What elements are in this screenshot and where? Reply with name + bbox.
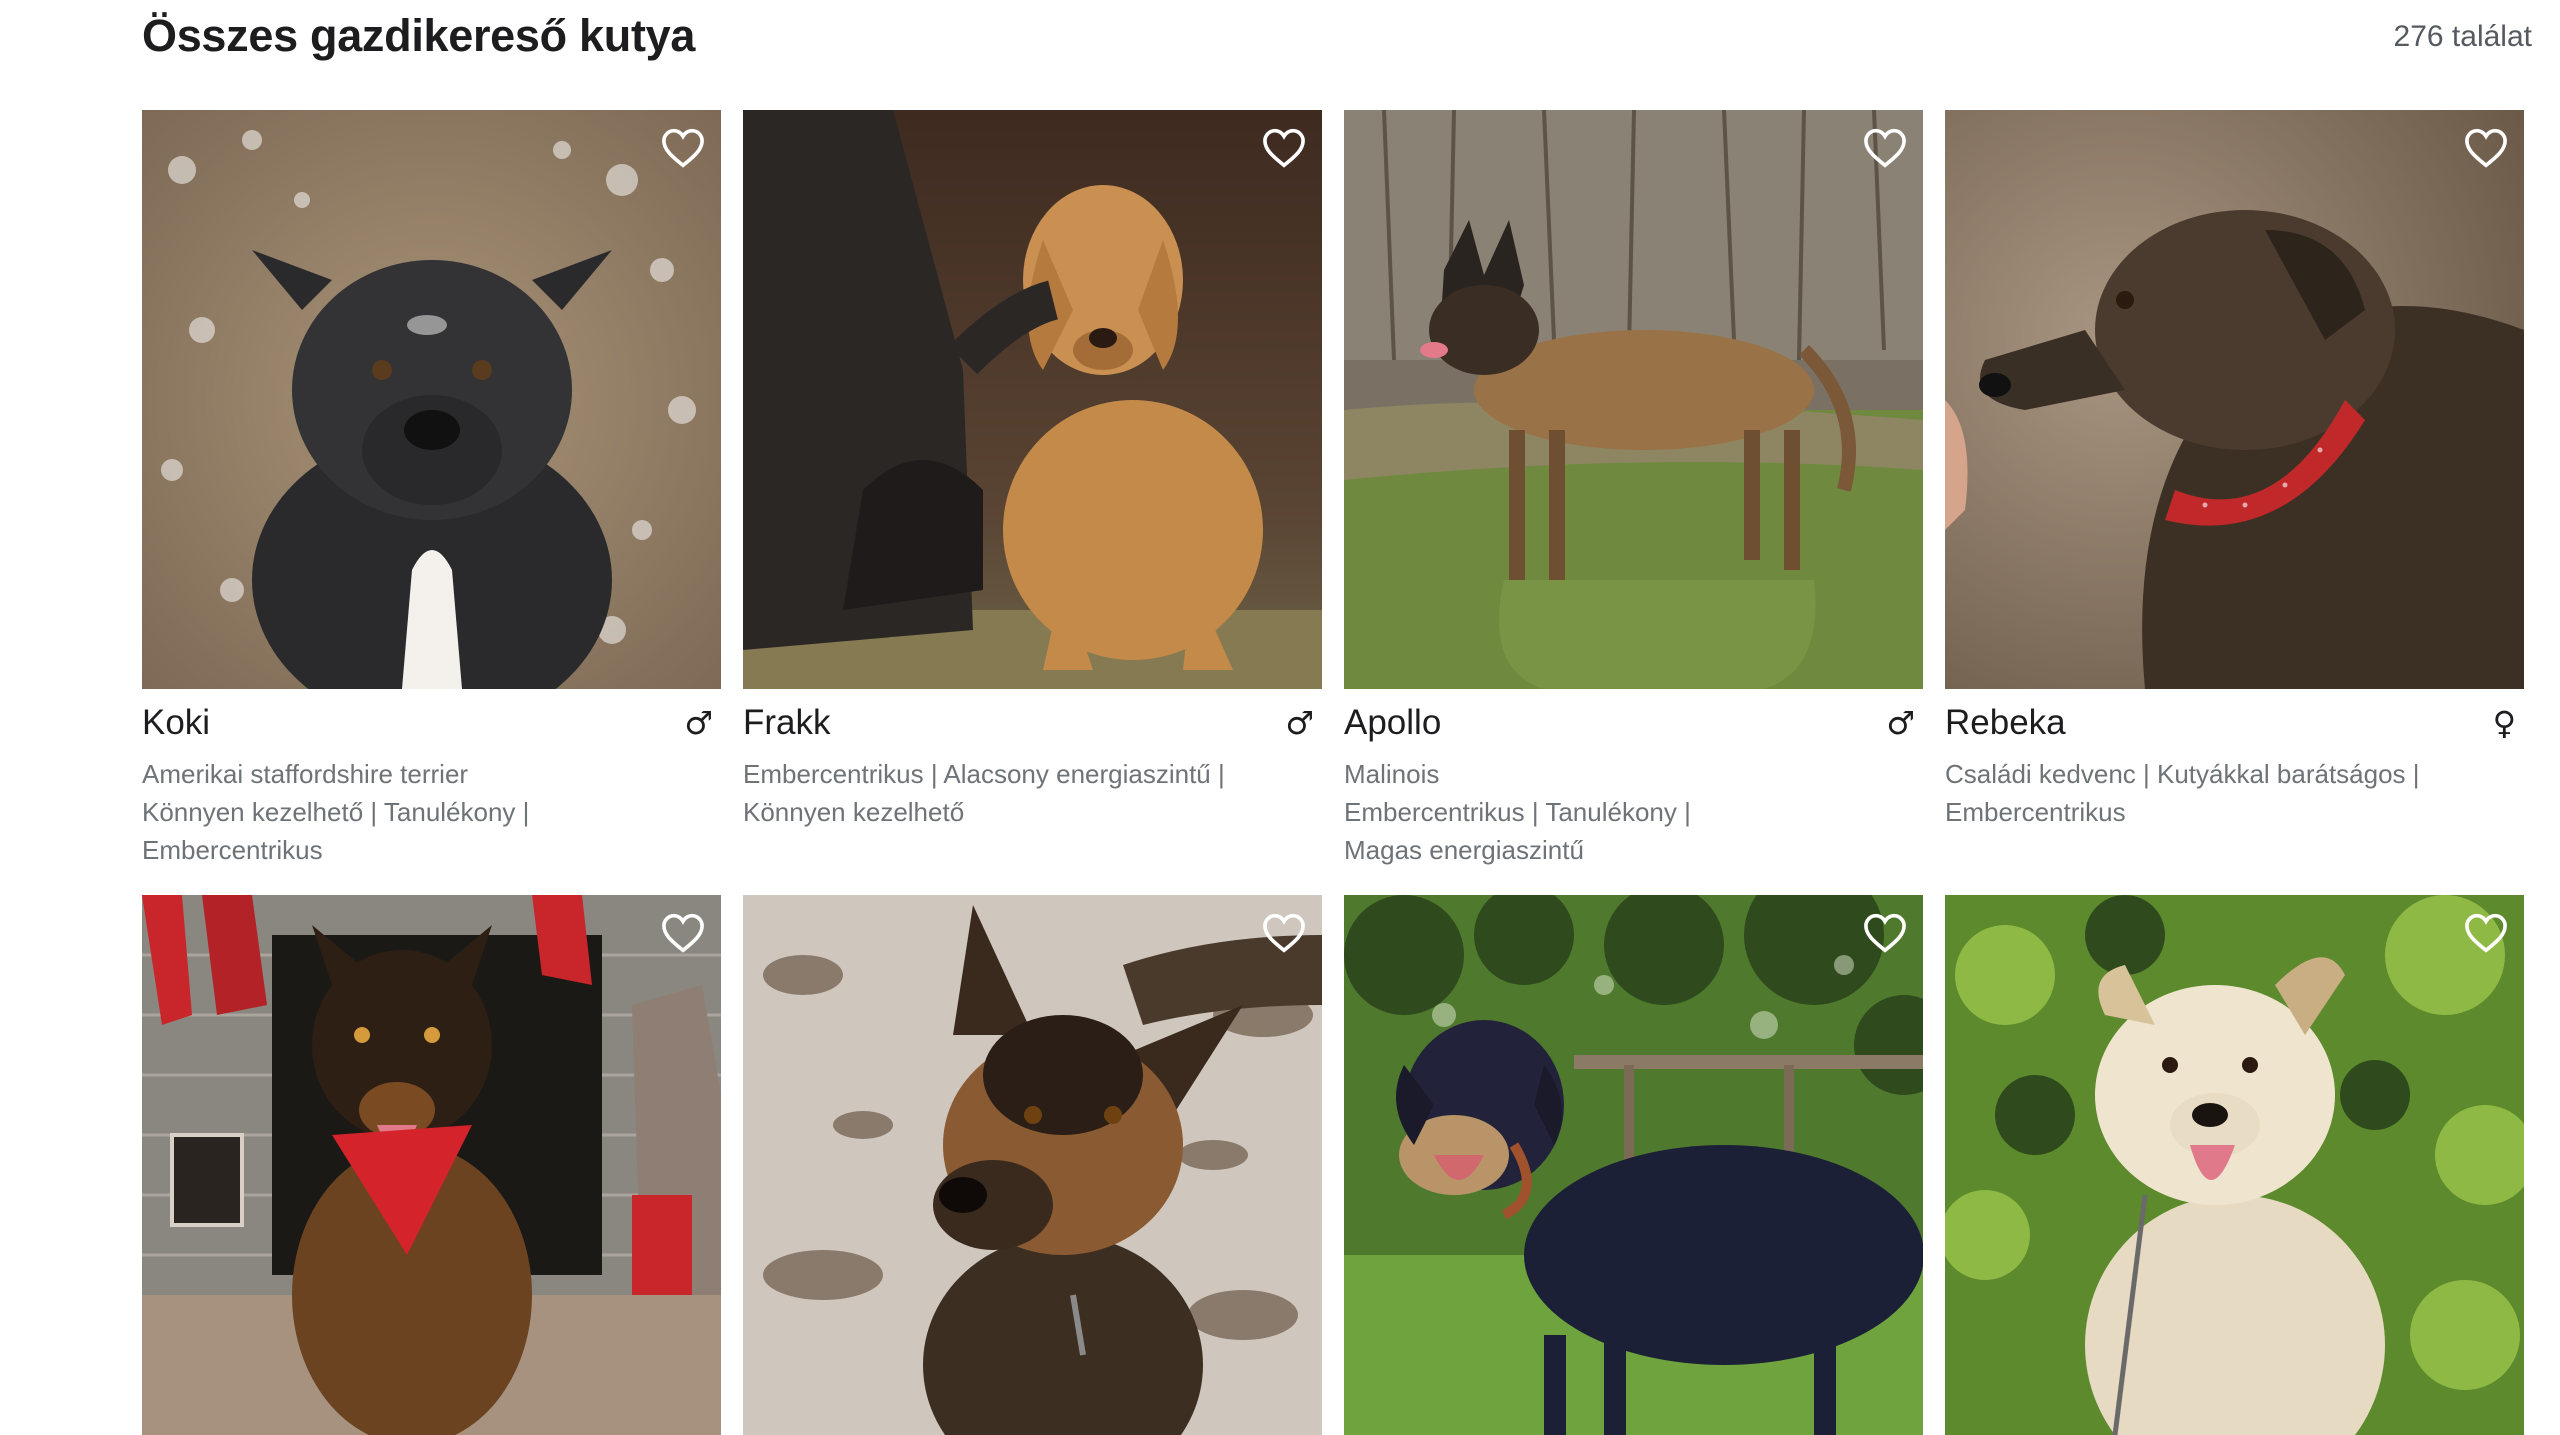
favorite-heart-icon[interactable] [2462,124,2510,172]
dog-traits: Családi kedvenc | Kutyákkal barátságos |… [1945,759,2420,827]
dog-name[interactable]: Rebeka [1945,700,2066,746]
favorite-heart-icon[interactable] [659,909,707,957]
dog-card[interactable] [1344,895,1923,1435]
dog-card[interactable] [1945,895,2524,1435]
dog-photo[interactable] [1344,110,1923,689]
dog-name[interactable]: Apollo [1344,700,1441,746]
result-count: 276 találat [2393,20,2532,53]
female-icon: ♀ [2492,704,2516,742]
dog-photo[interactable] [743,110,1322,689]
dog-traits: Amerikai staffordshire terrier Könnyen k… [142,759,530,865]
dog-traits: Embercentrikus | Alacsony energiaszintű … [743,759,1225,827]
favorite-heart-icon[interactable] [1260,124,1308,172]
dog-card-apollo[interactable]: Apollo ♂ Malinois Embercentrikus | Tanul… [1344,110,1923,883]
favorite-heart-icon[interactable] [1861,124,1909,172]
male-icon: ♂ [1285,704,1314,742]
page-title: Összes gazdikereső kutya [142,10,696,61]
male-icon: ♂ [1886,704,1915,742]
dog-photo[interactable] [1344,895,1923,1435]
male-icon: ♂ [684,704,713,742]
dog-name[interactable]: Koki [142,700,210,746]
dog-grid: Koki ♂ Amerikai staffordshire terrier Kö… [142,110,2526,1435]
dog-traits: Malinois Embercentrikus | Tanulékony | M… [1344,759,1691,865]
favorite-heart-icon[interactable] [1861,909,1909,957]
favorite-heart-icon[interactable] [2462,909,2510,957]
dog-photo[interactable] [142,895,721,1435]
dog-card-frakk[interactable]: Frakk ♂ Embercentrikus | Alacsony energi… [743,110,1322,883]
dog-card-rebeka[interactable]: Rebeka ♀ Családi kedvenc | Kutyákkal bar… [1945,110,2524,883]
dog-photo[interactable] [743,895,1322,1435]
favorite-heart-icon[interactable] [1260,909,1308,957]
favorite-heart-icon[interactable] [659,124,707,172]
dog-photo[interactable] [1945,110,2524,689]
dog-card-koki[interactable]: Koki ♂ Amerikai staffordshire terrier Kö… [142,110,721,883]
dog-photo[interactable] [142,110,721,689]
dog-name[interactable]: Frakk [743,700,831,746]
dog-card[interactable] [142,895,721,1435]
dog-card[interactable] [743,895,1322,1435]
dog-photo[interactable] [1945,895,2524,1435]
